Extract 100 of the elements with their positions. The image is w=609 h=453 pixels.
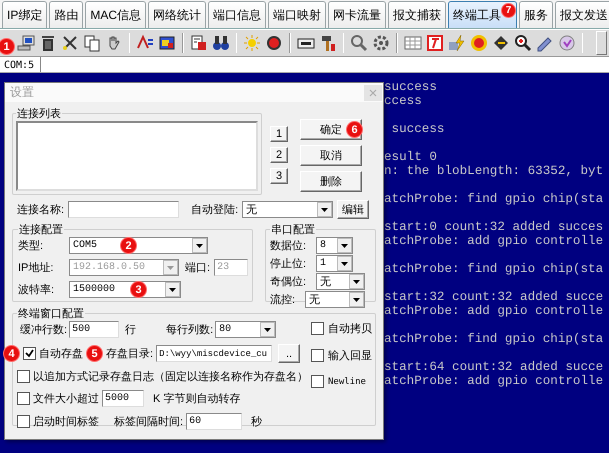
terminal-line: n: the blobLength: 63352, byt xyxy=(384,164,604,178)
field-label: 存盘目录: xyxy=(106,347,154,361)
field-label: 秒 xyxy=(251,415,262,429)
field-label: 自动存盘 xyxy=(39,347,83,361)
step-marker: 5 xyxy=(86,345,103,362)
terminal-line: start:64 count:32 added succe xyxy=(384,360,604,374)
field-label: 数据位: xyxy=(270,239,308,253)
terminal-line: atchProbe: add gpio controlle xyxy=(384,304,604,318)
dialog-button[interactable]: 取消 xyxy=(300,145,362,166)
terminal-line: start:32 count:32 added succe xyxy=(384,290,604,304)
field-label: 标签间隔时间: xyxy=(114,415,184,429)
checkbox[interactable] xyxy=(17,392,30,405)
checkbox[interactable] xyxy=(17,415,30,428)
step-marker: 6 xyxy=(346,121,363,138)
text-field[interactable]: D:\wyy\miscdevice_cu xyxy=(156,345,272,362)
caret-icon xyxy=(165,282,180,297)
caret-icon xyxy=(349,274,364,289)
terminal-line: atchProbe: add gpio controlle xyxy=(384,374,604,388)
tab[interactable]: MAC信息 xyxy=(85,1,146,28)
field-label: 自动登陆: xyxy=(191,203,238,217)
field-label: 文件大小超过 xyxy=(33,392,99,406)
group-label: 串口配置 xyxy=(270,223,316,237)
field-label: 以追加方式记录存盘日志（固定以连接名称作为存盘名） xyxy=(33,370,308,384)
field-label: 类型: xyxy=(18,239,44,253)
checkbox[interactable] xyxy=(311,322,324,335)
tab[interactable]: 路由 xyxy=(49,1,84,28)
dropdown[interactable]: 1 xyxy=(316,255,353,272)
field-label: 波特率: xyxy=(18,282,56,297)
group-label: 连接配置 xyxy=(18,222,64,237)
terminal-line: esult 0 xyxy=(384,150,437,164)
tab[interactable]: 端口信息 xyxy=(208,1,266,28)
edit-button[interactable]: 编辑 xyxy=(337,200,370,219)
terminal-line: atchProbe: find gpio chip(sta xyxy=(384,262,604,276)
caret-icon xyxy=(192,238,207,253)
zoom-icon[interactable] xyxy=(349,32,370,54)
tab[interactable]: 网络统计 xyxy=(148,1,206,28)
dropdown[interactable]: 1500000 3 xyxy=(69,281,181,298)
tab[interactable]: 报文发送 xyxy=(555,1,609,28)
dropdown[interactable]: 无 xyxy=(316,273,365,290)
terminal-line: atchProbe: find gpio chip(sta xyxy=(384,192,604,206)
terminal-line: atchProbe: add gpio controlle xyxy=(384,234,604,248)
dialog-button[interactable]: 确定 6 xyxy=(300,119,362,140)
field-label: 流控: xyxy=(270,292,296,307)
field-label: K 字节则自动转存 xyxy=(153,392,240,406)
caret-icon xyxy=(317,202,332,217)
terminal-line: atchProbe: find gpio chip(sta xyxy=(384,332,604,346)
step-marker: 2 xyxy=(120,237,137,254)
dropdown[interactable]: 80 xyxy=(215,321,276,338)
text-field[interactable]: 60 xyxy=(186,413,242,430)
field-label: 连接名称: xyxy=(17,202,64,217)
field-label: 停止位: xyxy=(270,257,308,271)
number-button[interactable]: 1 xyxy=(270,126,288,142)
checkbox[interactable] xyxy=(17,370,30,383)
tab[interactable]: 报文捕获 xyxy=(388,1,446,28)
field-label: 缓冲行数: xyxy=(20,323,68,337)
number-button[interactable]: 2 xyxy=(270,147,288,163)
step-marker: 4 xyxy=(3,345,20,362)
field-label: 行 xyxy=(125,323,136,337)
lightning-icon[interactable] xyxy=(446,32,467,54)
checkbox[interactable] xyxy=(311,375,324,388)
dialog-button[interactable]: 删除 xyxy=(300,171,362,192)
dropdown[interactable]: COM5 2 xyxy=(69,237,208,254)
caret-icon xyxy=(337,256,352,271)
checkbox[interactable] xyxy=(311,349,324,362)
terminal-line: success xyxy=(390,122,444,136)
text-field[interactable]: 500 xyxy=(69,321,120,338)
tab[interactable]: 端口映射 xyxy=(268,1,326,28)
tab[interactable]: 终端工具 7 xyxy=(448,1,518,28)
text-field[interactable]: 5000 xyxy=(102,390,144,407)
field-label: IP地址: xyxy=(18,261,54,275)
dropdown[interactable]: 无 xyxy=(305,291,365,308)
list-box[interactable] xyxy=(16,121,258,191)
terminal-line: success xyxy=(384,80,437,94)
checkbox[interactable] xyxy=(23,347,36,360)
dropdown[interactable]: 无 xyxy=(242,201,334,218)
caret-icon xyxy=(163,260,178,275)
tab[interactable]: IP绑定 xyxy=(2,1,48,28)
caret-icon xyxy=(260,322,276,337)
group-label: 终端窗口配置 xyxy=(17,306,85,321)
field-label: 输入回显 xyxy=(328,349,372,363)
close-icon xyxy=(369,88,377,96)
tab[interactable]: 服务 xyxy=(519,1,554,28)
number-button[interactable]: 3 xyxy=(270,168,288,184)
dropdown[interactable]: 8 xyxy=(316,237,353,254)
step-marker: 3 xyxy=(130,281,147,298)
frame-icon[interactable] xyxy=(424,32,445,54)
field-label: 端口: xyxy=(185,261,210,275)
caret-icon xyxy=(337,238,352,253)
field-label: 每行列数: xyxy=(166,323,214,337)
browse-button[interactable]: .. xyxy=(278,344,300,363)
text-field[interactable] xyxy=(68,201,180,218)
tab[interactable]: 网卡流量 xyxy=(328,1,386,28)
dialog-title: 设置 xyxy=(9,84,34,101)
terminal-line: start:0 count:32 added succes xyxy=(384,220,604,234)
field-label: Newline xyxy=(328,376,366,386)
field-label: 奇偶位: xyxy=(270,275,308,289)
terminal-line: ccess xyxy=(384,94,422,108)
step-marker: 1 xyxy=(0,38,15,55)
step-marker: 7 xyxy=(501,3,516,18)
zoom-in-icon[interactable] xyxy=(512,32,533,54)
